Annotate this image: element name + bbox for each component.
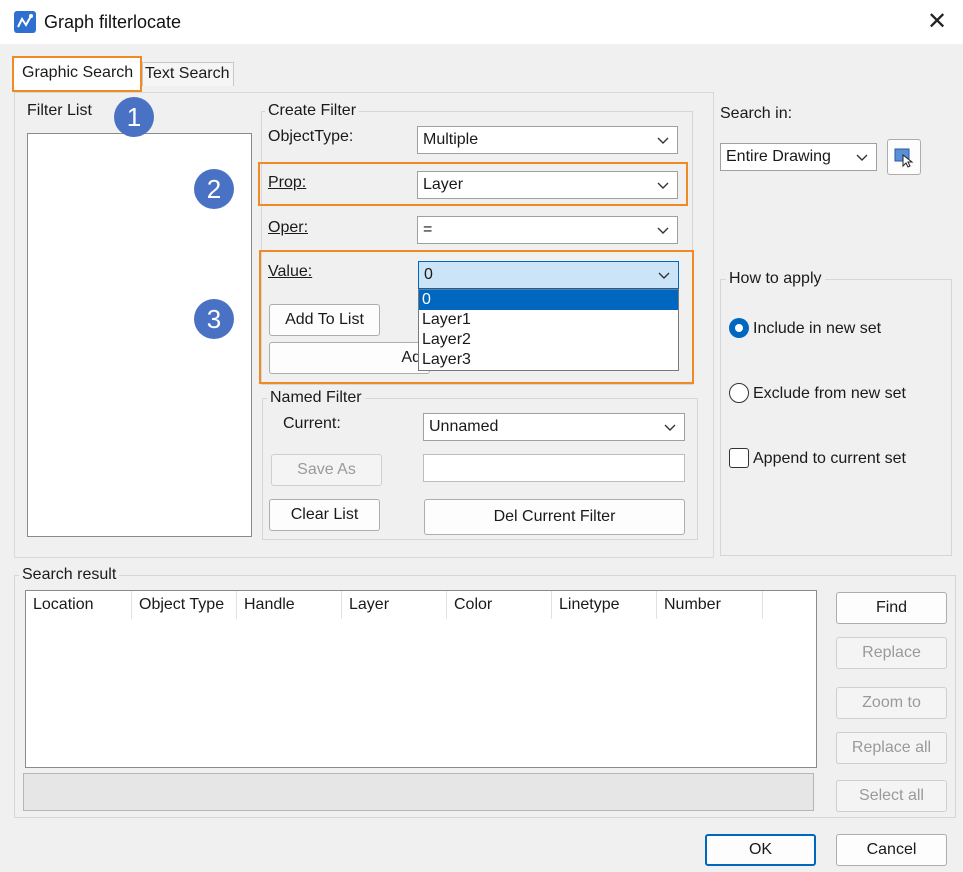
save-as-input[interactable] — [423, 454, 685, 482]
chevron-down-icon — [856, 154, 868, 161]
title-bar: Graph filterlocate ✕ — [0, 0, 963, 44]
value-value: 0 — [424, 266, 433, 283]
search-in-label: Search in: — [720, 105, 793, 122]
prop-select[interactable]: Layer — [417, 171, 678, 199]
tab-text-search[interactable]: Text Search — [142, 62, 234, 86]
search-in-value: Entire Drawing — [726, 148, 831, 165]
column-header-number[interactable]: Number — [657, 591, 763, 619]
add-to-list-button[interactable]: Add To List — [269, 304, 380, 336]
chevron-down-icon — [664, 424, 676, 431]
oper-select[interactable]: = — [417, 216, 678, 244]
include-radio[interactable] — [729, 318, 749, 338]
window-title: Graph filterlocate — [44, 12, 182, 32]
del-current-filter-button[interactable]: Del Current Filter — [424, 499, 685, 535]
oper-label-text: Oper: — [268, 219, 309, 236]
prop-label: Prop: — [268, 174, 306, 192]
prop-label-text: Prop: — [268, 174, 307, 191]
chevron-down-icon — [657, 227, 669, 234]
search-in-select[interactable]: Entire Drawing — [720, 143, 877, 171]
value-label: Value: — [268, 263, 312, 281]
prop-value: Layer — [423, 176, 464, 193]
column-header-color[interactable]: Color — [447, 591, 552, 619]
current-label: Current: — [283, 415, 341, 432]
tab-graphic-search[interactable]: Graphic Search — [12, 56, 142, 92]
value-select[interactable]: 0 — [418, 261, 679, 289]
save-as-button[interactable]: Save As — [271, 454, 382, 486]
chevron-down-icon — [658, 272, 670, 279]
named-filter-title: Named Filter — [267, 389, 365, 407]
replace-button[interactable]: Replace — [836, 637, 947, 669]
close-icon[interactable]: ✕ — [922, 8, 952, 36]
column-header-linetype[interactable]: Linetype — [552, 591, 657, 619]
search-result-title: Search result — [19, 566, 120, 584]
current-filter-select[interactable]: Unnamed — [423, 413, 685, 441]
step-badge-3: 3 — [194, 299, 234, 339]
column-header-object-type[interactable]: Object Type — [132, 591, 237, 619]
create-filter-title: Create Filter — [265, 102, 360, 120]
status-field — [23, 773, 814, 811]
select-all-button[interactable]: Select all — [836, 780, 947, 812]
current-filter-value: Unnamed — [429, 418, 499, 435]
ok-button[interactable]: OK — [705, 834, 816, 866]
value-option[interactable]: Layer1 — [419, 310, 678, 330]
object-type-select[interactable]: Multiple — [417, 126, 678, 154]
step-badge-2: 2 — [194, 169, 234, 209]
exclude-radio[interactable] — [729, 383, 749, 403]
value-option[interactable]: Layer2 — [419, 330, 678, 350]
value-label-text: Value: — [268, 263, 313, 280]
oper-value: = — [423, 221, 433, 238]
search-result-table[interactable]: Location Object Type Handle Layer Color … — [25, 590, 817, 768]
append-label[interactable]: Append to current set — [753, 450, 906, 468]
value-option[interactable]: 0 — [419, 290, 678, 310]
column-header-handle[interactable]: Handle — [237, 591, 342, 619]
graph-filter-app-icon — [14, 11, 36, 33]
select-objects-icon — [894, 148, 914, 168]
column-header-layer[interactable]: Layer — [342, 591, 447, 619]
column-header-location[interactable]: Location — [26, 591, 132, 619]
find-button[interactable]: Find — [836, 592, 947, 624]
filter-list-label: Filter List — [27, 102, 92, 119]
object-type-value: Multiple — [423, 131, 479, 148]
chevron-down-icon — [657, 137, 669, 144]
replace-all-button[interactable]: Replace all — [836, 732, 947, 764]
oper-label: Oper: — [268, 219, 308, 237]
chevron-down-icon — [657, 182, 669, 189]
cancel-button[interactable]: Cancel — [836, 834, 947, 866]
object-type-label: ObjectType: — [268, 128, 354, 145]
value-dropdown-list: 0 Layer1 Layer2 Layer3 — [418, 289, 679, 371]
step-badge-1: 1 — [114, 97, 154, 137]
select-objects-button[interactable] — [887, 139, 921, 175]
include-label[interactable]: Include in new set — [753, 320, 881, 338]
exclude-label[interactable]: Exclude from new set — [753, 385, 906, 403]
value-option[interactable]: Layer3 — [419, 350, 678, 370]
append-checkbox[interactable] — [729, 448, 749, 468]
clear-list-button[interactable]: Clear List — [269, 499, 380, 531]
how-to-apply-title: How to apply — [726, 270, 825, 288]
add-selected-button[interactable]: Ad — [269, 342, 430, 374]
zoom-to-button[interactable]: Zoom to — [836, 687, 947, 719]
